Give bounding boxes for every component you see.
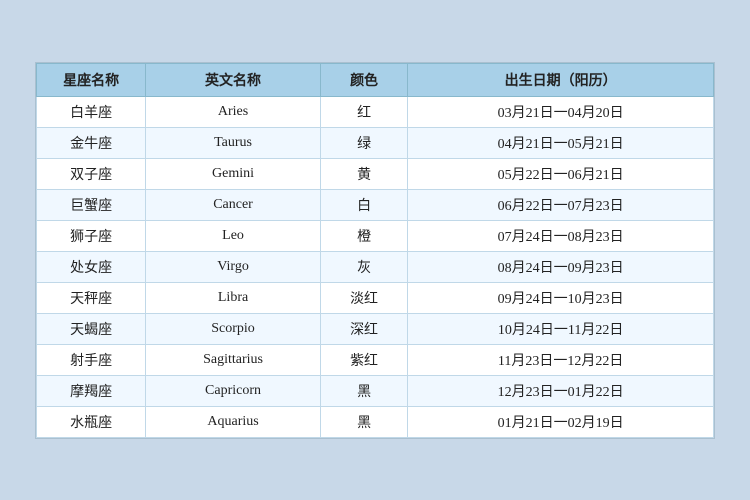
cell-color: 灰 bbox=[320, 251, 407, 282]
cell-english: Taurus bbox=[146, 127, 321, 158]
cell-date: 10月24日一11月22日 bbox=[408, 313, 714, 344]
cell-date: 12月23日一01月22日 bbox=[408, 375, 714, 406]
cell-color: 白 bbox=[320, 189, 407, 220]
table-body: 白羊座Aries红03月21日一04月20日金牛座Taurus绿04月21日一0… bbox=[37, 96, 714, 437]
header-color: 颜色 bbox=[320, 63, 407, 96]
header-date: 出生日期（阳历） bbox=[408, 63, 714, 96]
zodiac-table-container: 星座名称 英文名称 颜色 出生日期（阳历） 白羊座Aries红03月21日一04… bbox=[35, 62, 715, 439]
cell-chinese: 天蝎座 bbox=[37, 313, 146, 344]
header-chinese: 星座名称 bbox=[37, 63, 146, 96]
cell-date: 07月24日一08月23日 bbox=[408, 220, 714, 251]
cell-chinese: 狮子座 bbox=[37, 220, 146, 251]
table-row: 水瓶座Aquarius黑01月21日一02月19日 bbox=[37, 406, 714, 437]
cell-chinese: 处女座 bbox=[37, 251, 146, 282]
cell-english: Virgo bbox=[146, 251, 321, 282]
cell-color: 深红 bbox=[320, 313, 407, 344]
cell-chinese: 白羊座 bbox=[37, 96, 146, 127]
cell-english: Cancer bbox=[146, 189, 321, 220]
cell-chinese: 摩羯座 bbox=[37, 375, 146, 406]
cell-color: 红 bbox=[320, 96, 407, 127]
cell-date: 05月22日一06月21日 bbox=[408, 158, 714, 189]
table-header-row: 星座名称 英文名称 颜色 出生日期（阳历） bbox=[37, 63, 714, 96]
cell-english: Aquarius bbox=[146, 406, 321, 437]
cell-english: Scorpio bbox=[146, 313, 321, 344]
cell-date: 09月24日一10月23日 bbox=[408, 282, 714, 313]
cell-english: Gemini bbox=[146, 158, 321, 189]
cell-color: 黑 bbox=[320, 406, 407, 437]
cell-english: Aries bbox=[146, 96, 321, 127]
cell-english: Libra bbox=[146, 282, 321, 313]
cell-date: 08月24日一09月23日 bbox=[408, 251, 714, 282]
cell-date: 03月21日一04月20日 bbox=[408, 96, 714, 127]
cell-chinese: 天秤座 bbox=[37, 282, 146, 313]
table-row: 射手座Sagittarius紫红11月23日一12月22日 bbox=[37, 344, 714, 375]
cell-chinese: 双子座 bbox=[37, 158, 146, 189]
table-row: 巨蟹座Cancer白06月22日一07月23日 bbox=[37, 189, 714, 220]
table-row: 双子座Gemini黄05月22日一06月21日 bbox=[37, 158, 714, 189]
cell-chinese: 水瓶座 bbox=[37, 406, 146, 437]
cell-date: 04月21日一05月21日 bbox=[408, 127, 714, 158]
table-row: 天蝎座Scorpio深红10月24日一11月22日 bbox=[37, 313, 714, 344]
table-row: 白羊座Aries红03月21日一04月20日 bbox=[37, 96, 714, 127]
cell-english: Leo bbox=[146, 220, 321, 251]
cell-color: 黑 bbox=[320, 375, 407, 406]
table-row: 摩羯座Capricorn黑12月23日一01月22日 bbox=[37, 375, 714, 406]
cell-date: 01月21日一02月19日 bbox=[408, 406, 714, 437]
cell-color: 绿 bbox=[320, 127, 407, 158]
zodiac-table: 星座名称 英文名称 颜色 出生日期（阳历） 白羊座Aries红03月21日一04… bbox=[36, 63, 714, 438]
cell-color: 淡红 bbox=[320, 282, 407, 313]
cell-color: 黄 bbox=[320, 158, 407, 189]
cell-english: Sagittarius bbox=[146, 344, 321, 375]
cell-color: 紫红 bbox=[320, 344, 407, 375]
table-row: 金牛座Taurus绿04月21日一05月21日 bbox=[37, 127, 714, 158]
cell-date: 06月22日一07月23日 bbox=[408, 189, 714, 220]
table-row: 处女座Virgo灰08月24日一09月23日 bbox=[37, 251, 714, 282]
table-row: 天秤座Libra淡红09月24日一10月23日 bbox=[37, 282, 714, 313]
cell-chinese: 射手座 bbox=[37, 344, 146, 375]
cell-color: 橙 bbox=[320, 220, 407, 251]
header-english: 英文名称 bbox=[146, 63, 321, 96]
cell-english: Capricorn bbox=[146, 375, 321, 406]
cell-chinese: 巨蟹座 bbox=[37, 189, 146, 220]
cell-date: 11月23日一12月22日 bbox=[408, 344, 714, 375]
table-row: 狮子座Leo橙07月24日一08月23日 bbox=[37, 220, 714, 251]
cell-chinese: 金牛座 bbox=[37, 127, 146, 158]
